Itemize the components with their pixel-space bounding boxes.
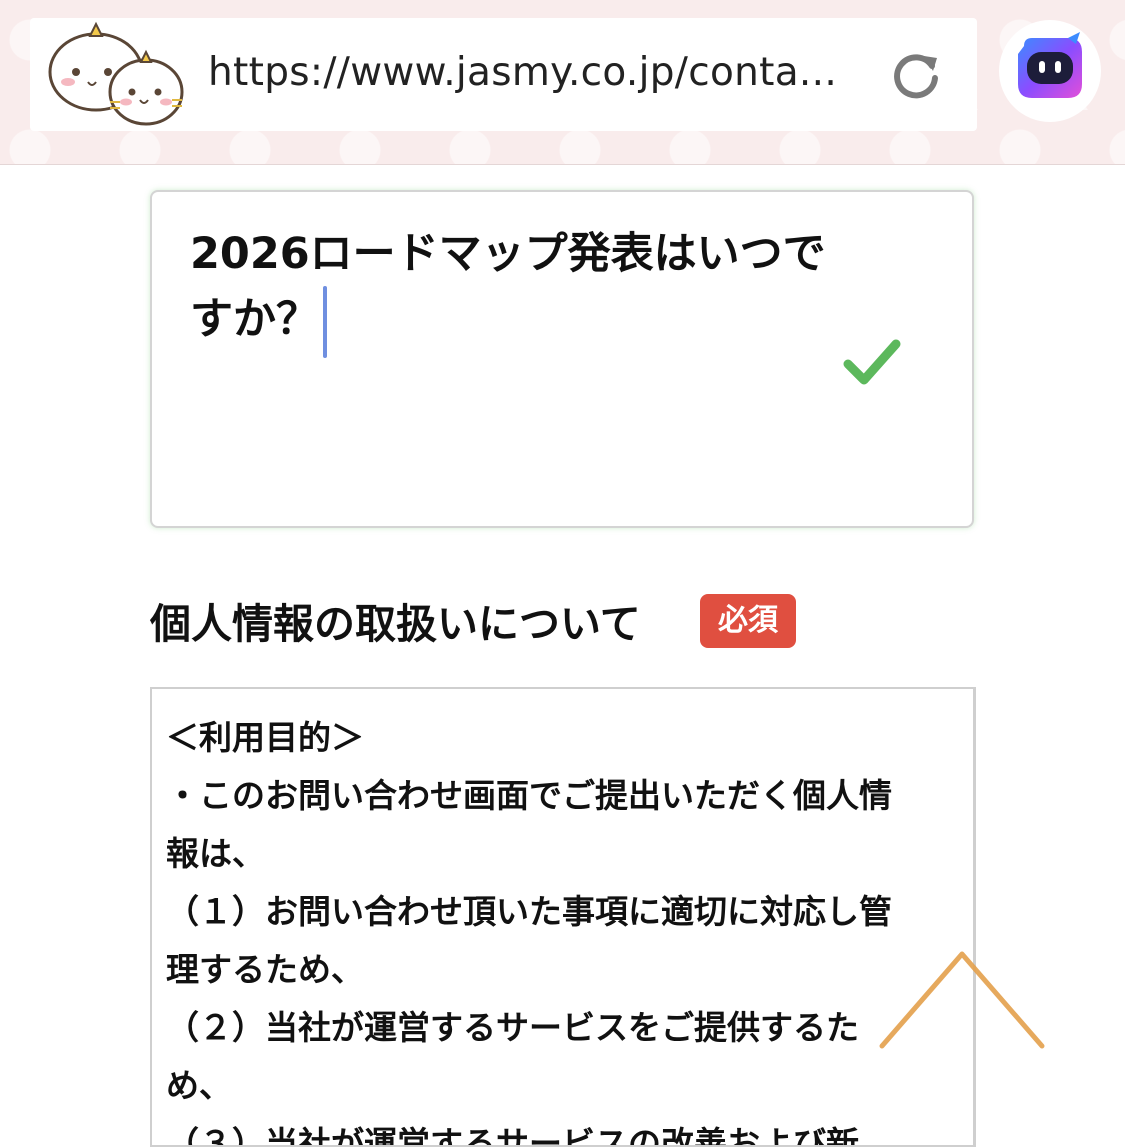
required-badge: 必須 (700, 594, 796, 648)
policy-line: 報は、 (166, 834, 265, 873)
policy-line: （３）当社が運営するサービスの改善および新 (166, 1124, 859, 1147)
address-bar[interactable]: https://www.jasmy.co.jp/conta... (30, 18, 977, 131)
checkmark-icon (843, 339, 901, 385)
text-caret (323, 286, 327, 358)
policy-line: （２）当社が運営するサービスをご提供するた (166, 1008, 859, 1047)
privacy-heading: 個人情報の取扱いについて (150, 600, 641, 648)
inquiry-text: 2026ロードマップ発表はいつですか？ (190, 229, 826, 345)
cat-mascot-icon (48, 21, 184, 126)
chat-bot-icon (1018, 32, 1082, 98)
reload-icon[interactable] (888, 48, 944, 104)
assistant-button[interactable] (999, 20, 1101, 122)
policy-line: め、 (166, 1066, 232, 1105)
policy-line: ・このお問い合わせ画面でご提出いただく個人情 (166, 776, 892, 815)
inquiry-textarea[interactable]: 2026ロードマップ発表はいつですか？ (150, 190, 974, 528)
url-text[interactable]: https://www.jasmy.co.jp/conta... (208, 50, 868, 95)
policy-line: ＜利用目的＞ (166, 718, 364, 757)
browser-toolbar: https://www.jasmy.co.jp/conta... (0, 0, 1125, 165)
chevron-up-icon[interactable] (876, 946, 1046, 1056)
policy-line: （１）お問い合わせ頂いた事項に適切に対応し管 (166, 892, 892, 931)
policy-line: 理するため、 (166, 950, 364, 989)
privacy-policy-box[interactable]: ＜利用目的＞ ・このお問い合わせ画面でご提出いただく個人情 報は、 （１）お問い… (150, 687, 976, 1147)
